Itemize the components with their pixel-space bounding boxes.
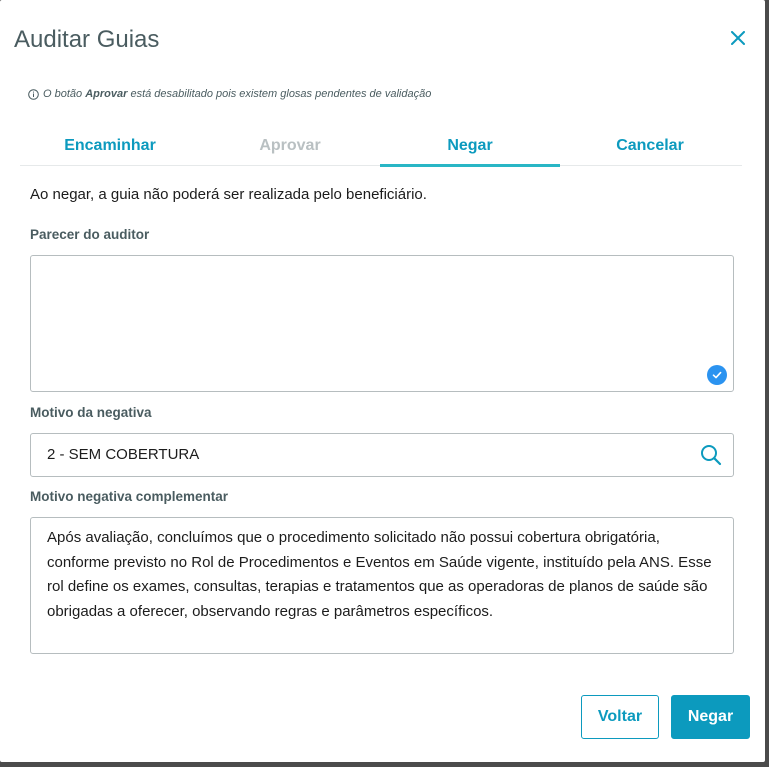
parecer-textarea[interactable] [30,255,734,392]
tab-cancelar[interactable]: Cancelar [560,126,740,166]
info-message: O botão Aprovar está desabilitado pois e… [28,88,431,100]
audit-dialog: Auditar Guias O botão Aprovar está desab… [0,0,765,762]
tab-encaminhar[interactable]: Encaminhar [20,126,200,166]
complementar-label: Motivo negativa complementar [30,489,229,504]
check-circle-icon [707,365,727,385]
search-icon[interactable] [699,443,723,467]
deny-description: Ao negar, a guia não poderá ser realizad… [30,186,427,203]
tab-negar[interactable]: Negar [380,126,560,167]
dialog-title: Auditar Guias [14,26,160,53]
info-text-suffix: está desabilitado pois existem glosas pe… [127,88,432,100]
complementar-value: Após avaliação, concluímos que o procedi… [47,529,712,620]
info-text-highlight: Aprovar [85,88,128,100]
info-icon [28,88,39,100]
close-icon [731,31,745,45]
tab-aprovar: Aprovar [259,137,321,154]
motivo-value: 2 - SEM COBERTURA [47,446,200,463]
deny-button[interactable]: Negar [671,695,750,739]
action-tabs: Encaminhar Aprovar Negar Cancelar [20,126,742,167]
parecer-label: Parecer do auditor [30,227,150,242]
motivo-label: Motivo da negativa [30,405,152,420]
motivo-lookup-field[interactable]: 2 - SEM COBERTURA [30,433,734,477]
info-text-prefix: O botão [43,88,86,100]
complementar-textarea[interactable]: Após avaliação, concluímos que o procedi… [30,517,734,654]
back-button[interactable]: Voltar [581,695,659,739]
close-button[interactable] [726,26,750,50]
